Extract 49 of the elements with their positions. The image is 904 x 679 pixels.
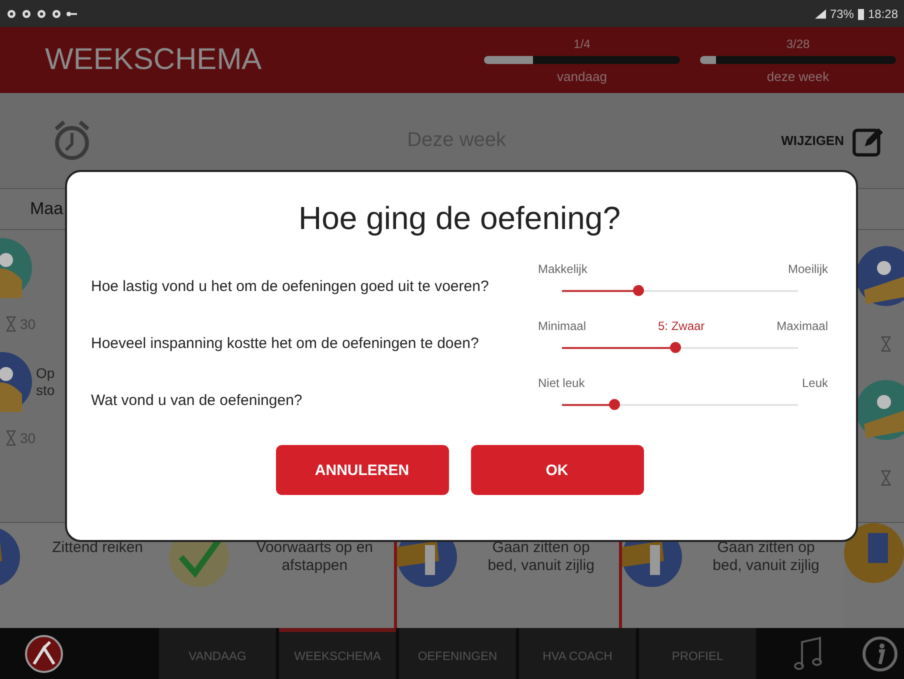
progress-label: deze week	[766, 68, 830, 84]
notification-icon	[51, 8, 62, 18]
signal-icon	[814, 8, 826, 18]
music-note-icon[interactable]	[794, 636, 824, 672]
notification-icon	[21, 8, 32, 18]
scale-max-label: Moeilijk	[788, 262, 828, 276]
nav-tab[interactable]: VANDAAG	[159, 628, 276, 679]
rating-slider[interactable]	[562, 342, 798, 354]
scale-min-label: Makkelijk	[538, 262, 588, 276]
scale-min-label: Niet leuk	[538, 376, 585, 390]
battery-percent: 73%	[830, 6, 854, 20]
exercise-name: Op sto	[36, 365, 55, 399]
progress-count: 1/4	[574, 36, 590, 50]
hourglass-icon	[881, 336, 891, 352]
hourglass-icon	[6, 430, 16, 446]
question-text: Hoeveel inspanning kostte het om de oefeningen te doen?	[91, 334, 479, 352]
hourglass-icon	[881, 470, 891, 486]
nav-tab[interactable]: PROFIEL	[639, 628, 756, 679]
question-text: Hoe lastig vond u het om de oefeningen goed uit te voeren?	[91, 277, 489, 295]
dialog-button[interactable]: ANNULEREN	[276, 445, 448, 495]
progress-label: vandaag	[557, 68, 607, 84]
scale-min-label: Minimaal	[538, 319, 586, 333]
scale-max-label: Leuk	[802, 376, 828, 390]
exercise-name: Zittend reiken	[51, 538, 144, 557]
yoga-logo-icon[interactable]	[24, 634, 64, 674]
rating-slider[interactable]	[562, 285, 798, 297]
exercise-name: Voorwaarts op en afstappen	[255, 538, 374, 575]
slider-value-label: 5: Zwaar	[658, 319, 705, 333]
exercise-name: Gaan zitten op bed, vanuit zijlig	[486, 538, 596, 575]
progress-count: 3/28	[786, 36, 810, 50]
hourglass-icon	[6, 316, 16, 332]
dialog-title: Hoe ging de oefening?	[297, 200, 622, 237]
rating-slider[interactable]	[562, 399, 798, 411]
day-tab[interactable]: Maa	[30, 199, 64, 219]
nav-tab[interactable]: OEFENINGEN	[399, 628, 516, 679]
exercise-name: Gaan zitten op bed, vanuit zijlig	[712, 538, 820, 575]
key-icon	[66, 8, 77, 18]
info-icon[interactable]	[862, 636, 898, 672]
page-title: WEEKSCHEMA	[45, 43, 262, 77]
nav-tab[interactable]: HVA COACH	[519, 628, 636, 679]
notification-icon	[36, 8, 47, 18]
scale-max-label: Maximaal	[776, 319, 828, 333]
clock-time: 18:28	[868, 6, 898, 20]
edit-button[interactable]: WIJZIGEN	[781, 124, 884, 156]
battery-icon	[858, 8, 864, 20]
notification-icon	[6, 8, 17, 18]
question-text: Wat vond u van de oefeningen?	[91, 391, 302, 409]
dialog-button[interactable]: OK	[470, 445, 644, 495]
nav-tab[interactable]: WEEKSCHEMA	[279, 628, 396, 679]
